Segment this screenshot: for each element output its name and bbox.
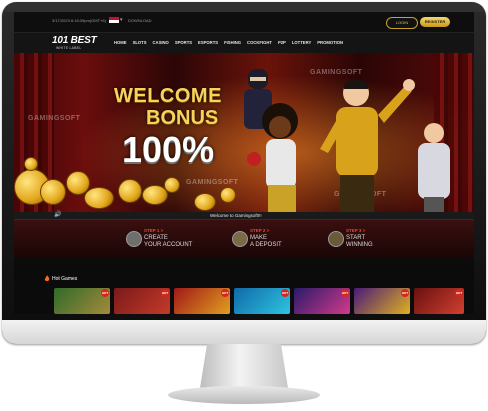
download-link[interactable]: DOWNLOAD xyxy=(128,18,152,23)
nav-item-lottery[interactable]: LOTTERY xyxy=(292,40,311,45)
steps-strip: STEP 1 > CREATE YOUR ACCOUNT STEP 2 > MA… xyxy=(14,219,474,258)
step-number: STEP 3 > xyxy=(346,228,366,233)
language-dropdown-chevron-icon[interactable]: ▾ xyxy=(120,17,123,23)
hot-badge: HOT xyxy=(455,289,463,297)
fire-icon xyxy=(44,275,50,282)
step-title: CREATE YOUR ACCOUNT xyxy=(144,235,192,248)
speaker-icon[interactable]: 🔊 xyxy=(54,212,62,219)
step-number: STEP 2 > xyxy=(250,228,270,233)
scientist-character xyxy=(418,123,450,217)
game-tile[interactable]: HOT xyxy=(114,288,170,314)
coin-icon xyxy=(24,157,38,171)
game-tile[interactable]: HOT xyxy=(234,288,290,314)
martial-artist-character xyxy=(320,79,415,219)
hot-games-heading: Hot Games xyxy=(52,276,78,282)
step-number: STEP 1 > xyxy=(144,228,164,233)
screen: 3/17/2023 8:18:39pm(GMT+8) ▾ DOWNLOAD LO… xyxy=(14,12,474,314)
nav-item-casino[interactable]: CASINO xyxy=(153,40,169,45)
monitor-stand-base xyxy=(168,386,320,404)
coin-icon xyxy=(118,179,142,203)
step-title: MAKE A DEPOSIT xyxy=(250,235,282,248)
coin-icon xyxy=(194,193,216,211)
register-button[interactable]: REGISTER xyxy=(420,17,450,27)
top-bar: 3/17/2023 8:18:39pm(GMT+8) ▾ DOWNLOAD LO… xyxy=(14,12,474,33)
hot-badge: HOT xyxy=(401,289,409,297)
hot-badge: HOT xyxy=(281,289,289,297)
nav-item-slots[interactable]: SLOTS xyxy=(133,40,147,45)
logo-text: 101 BEST xyxy=(52,35,97,46)
nav-item-promotion[interactable]: PROMOTION xyxy=(317,40,343,45)
hot-badge: HOT xyxy=(341,289,349,297)
game-tile[interactable]: HOT xyxy=(354,288,410,314)
banner-watermark: GAMINGSOFT xyxy=(28,115,81,122)
nav-item-sports[interactable]: SPORTS xyxy=(175,40,192,45)
hero-banner[interactable]: GAMINGSOFT GAMINGSOFT GAMINGSOFT GAMINGS… xyxy=(14,53,474,219)
nav-menu: HOME SLOTS CASINO SPORTS ESPORTS FISHING COCKF… xyxy=(114,40,349,45)
hot-badge: HOT xyxy=(221,289,229,297)
game-tile[interactable]: HOT xyxy=(54,288,110,314)
nav-item-esports[interactable]: ESPORTS xyxy=(198,40,218,45)
monitor-chin xyxy=(2,320,486,344)
hot-badge: HOT xyxy=(161,289,169,297)
coin-icon xyxy=(40,179,66,205)
banner-title-bonus: BONUS xyxy=(146,107,219,129)
game-tile[interactable]: HOT xyxy=(174,288,230,314)
game-tile[interactable]: HOT xyxy=(294,288,350,314)
hot-badge: HOT xyxy=(101,289,109,297)
step-line2: WINNING xyxy=(346,241,373,248)
step-line2: YOUR ACCOUNT xyxy=(144,241,193,248)
banner-title-percent: 100% xyxy=(122,129,215,170)
coin-icon xyxy=(84,187,114,209)
game-tile[interactable]: HOT xyxy=(414,288,464,314)
step-line2: A DEPOSIT xyxy=(250,241,282,248)
coin-icon xyxy=(164,177,180,193)
hot-games-row: HOT HOT HOT HOT HOT HOT HOT xyxy=(54,288,464,314)
datetime: 3/17/2023 8:18:39pm(GMT+8) xyxy=(52,18,106,23)
coin-icon xyxy=(220,187,236,203)
banner-title-welcome: WELCOME xyxy=(114,85,222,107)
login-button[interactable]: LOGIN xyxy=(386,17,418,29)
nav-item-cockfight[interactable]: COCKFIGHT xyxy=(247,40,272,45)
language-flag-icon[interactable] xyxy=(109,17,119,23)
site-logo[interactable]: 101 BEST WHITE LABEL xyxy=(52,35,112,51)
monitor-stand-neck xyxy=(200,344,288,388)
wallet-icon xyxy=(232,231,248,247)
nav-item-fishing[interactable]: FISHING xyxy=(224,40,241,45)
banner-watermark: GAMINGSOFT xyxy=(186,179,239,186)
main-nav: 101 BEST WHITE LABEL HOME SLOTS CASINO SPOR… xyxy=(14,33,474,53)
announcement-ticker: Welcome to Gamingsoft!!! xyxy=(210,213,262,218)
user-icon xyxy=(126,231,142,247)
logo-subtext: WHITE LABEL xyxy=(56,46,82,50)
trophy-icon xyxy=(328,231,344,247)
step-title: START WINNING xyxy=(346,235,373,248)
bezel-shine xyxy=(2,2,486,12)
nav-item-home[interactable]: HOME xyxy=(114,40,127,45)
nav-item-p2p[interactable]: P2P xyxy=(278,40,286,45)
